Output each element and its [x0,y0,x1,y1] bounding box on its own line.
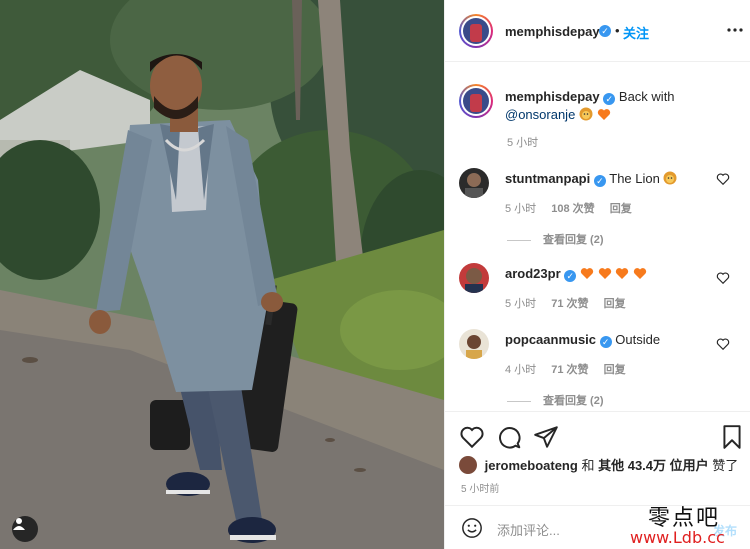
lion-emoji-icon [663,171,677,185]
save-bookmark-icon[interactable] [719,424,745,450]
comment-text: popcaanmusic ✓ Outside [505,331,660,349]
reply-button[interactable]: 回复 [604,298,626,310]
comment-time: 5 小时 [505,298,537,310]
like-comment-heart-icon[interactable] [716,271,730,285]
orange-heart-icon [633,268,646,279]
comment-time: 5 小时 [505,203,537,215]
caption-mention-link[interactable]: @onsoranje [505,107,575,122]
author-username[interactable]: memphisdepay [505,24,600,39]
person-icon [13,518,25,530]
reply-button[interactable]: 回复 [610,203,632,215]
header-separator: • [615,23,620,38]
post-header: memphisdepay ✓ • 关注 [445,0,750,62]
photo-scene [0,0,444,549]
comment-likes[interactable]: 108 次赞 [551,203,594,215]
comment-likes[interactable]: 71 次赞 [551,298,588,310]
commenter-avatar[interactable] [459,329,489,359]
commenter-avatar[interactable] [459,263,489,293]
liker-username[interactable]: jeromeboateng [485,458,578,473]
comment-meta: 5 小时 108 次赞 回复 [505,200,644,216]
caption-username[interactable]: memphisdepay [505,89,600,104]
caption-author-avatar[interactable] [459,84,493,118]
comment-body: The Lion [609,171,660,186]
post-photo[interactable] [0,0,444,549]
verified-badge-icon: ✓ [593,175,606,187]
verified-badge-icon: ✓ [564,270,577,282]
comment-likes[interactable]: 71 次赞 [551,364,588,376]
commenter-avatar[interactable] [459,168,489,198]
comment-bubble-icon[interactable] [496,424,522,450]
tagged-user-icon[interactable] [12,516,38,542]
verified-badge-icon: ✓ [599,25,611,37]
view-replies-button[interactable]: 查看回复 (2) [507,392,604,408]
comment-username[interactable]: popcaanmusic [505,332,596,347]
author-avatar[interactable] [459,14,493,48]
orange-heart-icon [597,109,610,120]
caption-text: memphisdepay ✓ Back with @onsoranje [505,88,735,124]
comment-meta: 4 小时 71 次赞 回复 [505,361,638,377]
lion-emoji-icon [579,107,593,121]
likes-suffix: 赞了 [712,458,739,473]
verified-badge-icon: ✓ [603,93,616,105]
comment-meta: 5 小时 71 次赞 回复 [505,295,638,311]
add-comment-bar: 添加评论... 发布 [445,505,750,549]
likes-others[interactable]: 其他 [598,458,624,473]
view-replies-button[interactable]: 查看回复 (2) [507,231,604,247]
comment-text: arod23pr ✓ [505,265,647,283]
verified-badge-icon: ✓ [599,336,612,348]
orange-heart-icon [598,268,611,279]
like-comment-heart-icon[interactable] [716,172,730,186]
post-comment-button[interactable]: 发布 [713,522,737,539]
comment-username[interactable]: stuntmanpapi [505,171,590,186]
comment-text: stuntmanpapi ✓ The Lion [505,170,677,188]
likes-summary: jeromeboateng 和 其他 43.4万 位用户 赞了 [459,455,738,474]
orange-heart-icon [580,268,594,279]
comment-username[interactable]: arod23pr [505,266,561,281]
follow-button[interactable]: 关注 [623,23,649,42]
like-heart-icon[interactable] [459,424,485,450]
caption-body: Back with [618,89,675,104]
reply-button[interactable]: 回复 [604,364,626,376]
orange-heart-icon [615,268,629,279]
emoji-smiley-icon[interactable] [461,517,483,539]
comment-input[interactable]: 添加评论... [497,520,560,539]
likes-count[interactable]: 43.4万 [628,458,666,473]
like-comment-heart-icon[interactable] [716,337,730,351]
comment-body: Outside [615,332,661,347]
post-actions-bar [445,411,750,459]
post-panel: memphisdepay ✓ • 关注 memphisdepay ✓ Back … [444,0,750,549]
replies-divider [507,400,531,402]
caption-time: 5 小时 [507,137,539,149]
replies-divider [507,239,531,241]
share-paper-plane-icon[interactable] [533,424,559,450]
liker-avatar[interactable] [459,456,477,474]
likes-connector: 和 [581,458,595,473]
more-options-icon[interactable] [727,28,743,32]
likes-unit[interactable]: 位用户 [670,458,709,473]
comment-time: 4 小时 [505,364,537,376]
post-time[interactable]: 5 小时前 [461,480,499,495]
